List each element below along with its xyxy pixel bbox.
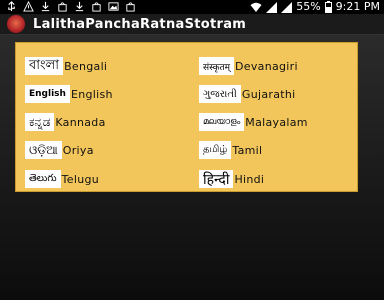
language-item-gujarathi[interactable]: ગુજરાતી Gujarathi — [199, 83, 295, 105]
hindi-script-icon: हिन्दी — [199, 170, 234, 188]
clock: 9:21 PM — [335, 0, 380, 13]
usb-icon — [8, 1, 15, 12]
devanagiri-script-icon: संस्कृतम् — [199, 57, 235, 75]
warning-icon — [23, 1, 34, 12]
language-item-devanagiri[interactable]: संस्कृतम् Devanagiri — [199, 55, 298, 77]
battery-icon — [324, 1, 332, 13]
language-label: English — [70, 87, 113, 101]
tamil-script-icon: தமிழ் — [199, 141, 232, 159]
app-title: LalithaPanchaRatnaStotram — [33, 16, 247, 32]
language-label: Telugu — [61, 172, 100, 186]
signal-icon — [266, 1, 278, 13]
language-label: Bengali — [64, 59, 108, 73]
signal-icon — [281, 1, 293, 13]
oriya-script-icon: ଓଡ଼ିଆ — [25, 141, 62, 159]
english-script-icon: English — [25, 85, 70, 103]
language-item-english[interactable]: English English — [25, 83, 113, 105]
battery-percent: 55% — [296, 0, 321, 13]
telugu-script-icon: తెలుగు — [25, 170, 61, 188]
notification-icons — [6, 1, 136, 12]
gujarathi-script-icon: ગુજરાતી — [199, 85, 241, 103]
language-label: Devanagiri — [235, 59, 298, 73]
kannada-script-icon: ಕನ್ನಡ — [25, 113, 55, 131]
language-item-kannada[interactable]: ಕನ್ನಡ Kannada — [25, 111, 106, 133]
language-item-malayalam[interactable]: മലയാളം Malayalam — [199, 111, 308, 133]
bag-icon — [92, 2, 101, 12]
system-tray: 55% 9:21 PM — [250, 0, 380, 14]
bag-icon — [126, 2, 135, 12]
download-icon — [75, 1, 84, 12]
action-bar: LalithaPanchaRatnaStotram — [0, 14, 384, 35]
language-label: Gujarathi — [241, 87, 296, 101]
language-label: Hindi — [234, 172, 265, 186]
language-item-tamil[interactable]: தமிழ் Tamil — [199, 139, 262, 161]
language-label: Kannada — [55, 115, 106, 129]
language-item-bengali[interactable]: বাংলা Bengali — [25, 55, 107, 77]
app-icon[interactable] — [7, 15, 25, 33]
language-label: Oriya — [62, 143, 94, 157]
wifi-icon — [250, 2, 262, 12]
language-item-telugu[interactable]: తెలుగు Telugu — [25, 168, 99, 190]
language-item-hindi[interactable]: हिन्दी Hindi — [199, 168, 264, 190]
download-icon — [41, 1, 50, 12]
language-label: Malayalam — [245, 115, 308, 129]
language-panel: বাংলা Bengali संस्कृतम् Devanagiri Engli… — [15, 42, 358, 192]
language-label: Tamil — [232, 143, 263, 157]
image-icon — [108, 2, 119, 11]
bag-icon — [58, 2, 67, 12]
status-bar: 55% 9:21 PM — [0, 0, 384, 14]
malayalam-script-icon: മലയാളം — [199, 113, 245, 131]
main-content: বাংলা Bengali संस्कृतम् Devanagiri Engli… — [0, 35, 384, 300]
bengali-script-icon: বাংলা — [25, 57, 64, 75]
language-item-oriya[interactable]: ଓଡ଼ିଆ Oriya — [25, 139, 94, 161]
